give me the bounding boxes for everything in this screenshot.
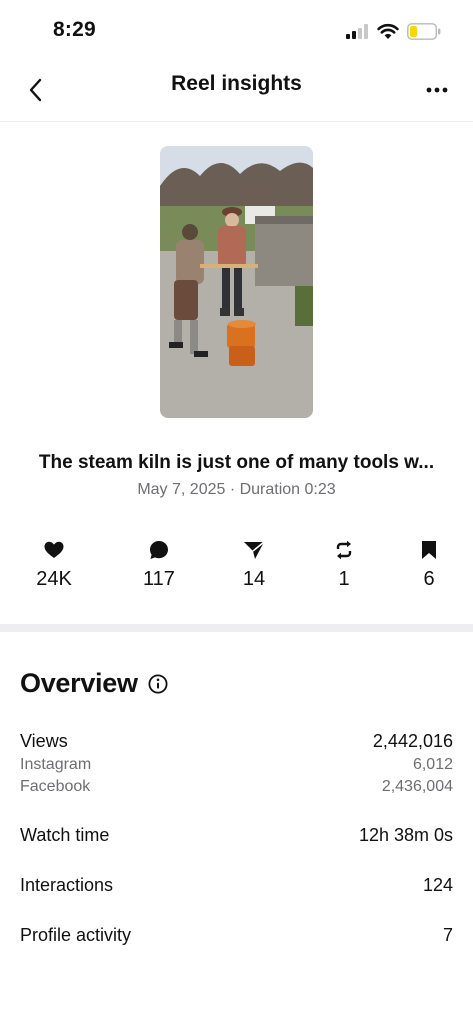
bookmark-icon bbox=[422, 541, 436, 559]
metric-views-instagram: Instagram 6,012 bbox=[20, 756, 453, 774]
stat-shares: 14 bbox=[219, 538, 289, 591]
section-divider bbox=[0, 624, 473, 632]
stat-saves: 6 bbox=[394, 538, 464, 591]
reel-preview-image bbox=[160, 146, 313, 418]
saves-count: 6 bbox=[423, 568, 435, 590]
views-label: Views bbox=[20, 731, 68, 751]
metric-views[interactable]: Views 2,442,016 bbox=[20, 731, 453, 752]
engagement-stats: 24K 117 14 1 6 bbox=[0, 538, 473, 598]
more-icon bbox=[426, 87, 448, 93]
stat-comments: 117 bbox=[124, 538, 194, 591]
metric-views-facebook: Facebook 2,436,004 bbox=[20, 778, 453, 796]
metric-watch-time[interactable]: Watch time 12h 38m 0s bbox=[20, 825, 453, 846]
instagram-label: Instagram bbox=[20, 756, 92, 773]
overview-header: Overview bbox=[20, 668, 168, 699]
repost-icon bbox=[336, 540, 352, 560]
stat-reposts: 1 bbox=[309, 538, 379, 591]
page-title: Reel insights bbox=[171, 72, 302, 95]
wifi-icon bbox=[377, 23, 399, 39]
reel-meta: May 7, 2025 · Duration 0:23 bbox=[137, 481, 336, 498]
reel-caption: The steam kiln is just one of many tools… bbox=[38, 452, 435, 473]
more-options-button[interactable] bbox=[419, 70, 455, 110]
instagram-value: 6,012 bbox=[412, 756, 453, 773]
profile-activity-value: 7 bbox=[442, 925, 453, 945]
metric-profile-activity[interactable]: Profile activity 7 bbox=[20, 925, 453, 946]
views-value: 2,442,016 bbox=[372, 731, 453, 751]
stat-likes: 24K bbox=[19, 538, 89, 591]
battery-icon bbox=[407, 23, 441, 40]
share-icon bbox=[244, 541, 265, 559]
heart-icon bbox=[44, 541, 64, 558]
facebook-value: 2,436,004 bbox=[381, 778, 453, 795]
status-bar: 8:29 bbox=[0, 0, 473, 62]
watch-time-label: Watch time bbox=[20, 825, 110, 845]
comment-icon bbox=[150, 541, 168, 559]
profile-activity-label: Profile activity bbox=[20, 925, 132, 945]
interactions-label: Interactions bbox=[20, 875, 114, 895]
facebook-label: Facebook bbox=[20, 778, 91, 795]
cellular-signal-icon bbox=[346, 24, 370, 39]
reel-thumbnail[interactable] bbox=[160, 146, 313, 418]
shares-count: 14 bbox=[242, 568, 266, 590]
metric-interactions[interactable]: Interactions 124 bbox=[20, 875, 453, 896]
status-time: 8:29 bbox=[53, 18, 96, 41]
reposts-count: 1 bbox=[338, 568, 350, 590]
interactions-value: 124 bbox=[422, 875, 453, 895]
nav-bar: Reel insights bbox=[0, 62, 473, 122]
overview-title: Overview bbox=[20, 668, 138, 698]
info-icon[interactable] bbox=[148, 673, 168, 694]
likes-count: 24K bbox=[36, 568, 72, 590]
watch-time-value: 12h 38m 0s bbox=[358, 825, 453, 845]
comments-count: 117 bbox=[143, 568, 175, 590]
